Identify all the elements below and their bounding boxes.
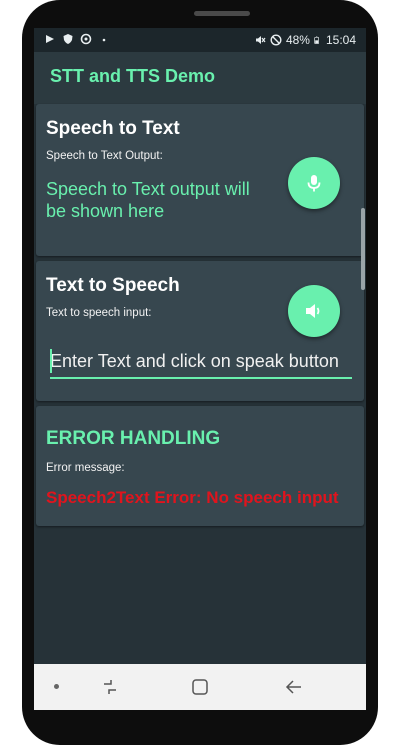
do-not-disturb-icon xyxy=(270,34,282,46)
error-message-label: Error message: xyxy=(46,462,125,474)
battery-percentage: 48% xyxy=(285,33,310,47)
speech-to-text-title: Speech to Text xyxy=(46,118,180,139)
error-message: Speech2Text Error: No speech input xyxy=(46,488,339,507)
play-icon xyxy=(46,35,54,43)
speak-button[interactable] xyxy=(288,285,340,337)
earpiece-speaker xyxy=(194,11,250,16)
speaker-icon xyxy=(306,304,320,318)
text-to-speech-input-field[interactable] xyxy=(50,347,352,379)
app-title: STT and TTS Demo xyxy=(50,66,216,86)
speech-to-text-output: Speech to Text output will be shown here xyxy=(46,179,250,221)
shield-icon xyxy=(63,34,73,44)
speech-to-text-output-label: Speech to Text Output: xyxy=(46,150,163,162)
navigation-bar xyxy=(34,664,366,710)
text-to-speech-input[interactable] xyxy=(50,347,352,375)
error-handling-title: ERROR HANDLING xyxy=(46,428,221,449)
status-bar: 48% 15:04 xyxy=(34,28,366,52)
error-handling-card: ERROR HANDLING Error message: Speech2Tex… xyxy=(36,406,364,526)
dot-icon xyxy=(102,38,106,42)
microphone-button[interactable] xyxy=(288,157,340,209)
speech-to-text-card: Speech to Text Speech to Text Output: Sp… xyxy=(36,104,364,256)
recent-apps-icon[interactable] xyxy=(98,675,122,699)
dot-icon xyxy=(54,684,59,689)
app-bar: STT and TTS Demo xyxy=(34,52,366,104)
text-to-speech-card: Text to Speech Text to speech input: xyxy=(36,261,364,401)
text-cursor xyxy=(50,349,52,373)
back-icon[interactable] xyxy=(282,675,306,699)
battery-icon xyxy=(314,36,319,44)
scrollbar[interactable] xyxy=(361,208,365,290)
text-to-speech-title: Text to Speech xyxy=(46,275,180,296)
text-to-speech-input-label: Text to speech input: xyxy=(46,307,152,319)
microphone-icon xyxy=(307,175,321,192)
screen: 48% 15:04 STT and TTS Demo Speech to Tex… xyxy=(34,28,366,710)
home-icon[interactable] xyxy=(188,675,212,699)
mute-icon xyxy=(255,36,266,44)
clock: 15:04 xyxy=(325,33,356,47)
sync-icon xyxy=(80,33,92,45)
